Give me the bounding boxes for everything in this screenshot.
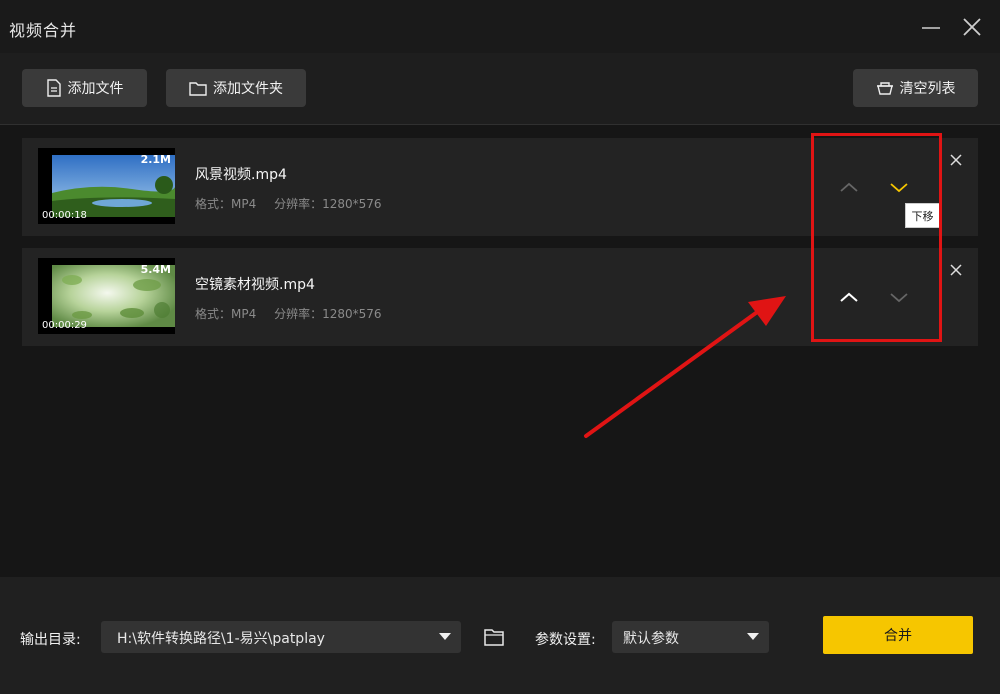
add-folder-label: 添加文件夹 — [213, 81, 283, 97]
move-up-button[interactable] — [837, 285, 861, 309]
add-file-label: 添加文件 — [67, 81, 124, 97]
caret-down-icon — [747, 633, 759, 640]
close-icon — [950, 264, 962, 276]
video-duration: 00:00:18 — [42, 210, 87, 221]
file-size: 2.1M — [140, 153, 171, 166]
file-name: 风景视频.mp4 — [195, 167, 287, 183]
param-label: 参数设置: — [535, 632, 596, 648]
caret-down-icon — [439, 633, 451, 640]
file-meta: 格式：MP4 分辨率：1280*576 — [195, 195, 396, 212]
file-meta: 格式：MP4 分辨率：1280*576 — [195, 305, 396, 322]
footer-bar: 输出目录: H:\软件转换路径\1-易兴\patplay 参数设置: 默认参数 … — [0, 577, 1000, 694]
chevron-down-icon — [890, 183, 908, 193]
basket-icon — [876, 82, 893, 95]
move-down-tooltip: 下移 — [905, 203, 940, 228]
move-up-button[interactable] — [837, 175, 861, 199]
video-duration: 00:00:29 — [42, 320, 87, 331]
add-folder-button[interactable]: 添加文件夹 — [166, 69, 306, 107]
title-bar: 视频合并 — [0, 0, 1000, 53]
folder-icon — [484, 629, 504, 646]
file-row[interactable]: 5.4M 00:00:29 空镜素材视频.mp4 格式：MP4 分辨率：1280… — [22, 248, 978, 346]
output-dir-label: 输出目录: — [20, 632, 81, 648]
close-window-button[interactable] — [958, 12, 988, 42]
close-icon — [950, 154, 962, 166]
file-resolution: 分辨率：1280*576 — [274, 307, 382, 321]
move-down-button[interactable] — [887, 285, 911, 309]
window-title: 视频合并 — [9, 21, 78, 40]
clear-list-button[interactable]: 清空列表 — [853, 69, 978, 107]
file-row[interactable]: 2.1M 00:00:18 风景视频.mp4 格式：MP4 分辨率：1280*5… — [22, 138, 978, 236]
param-value: 默认参数 — [623, 631, 679, 647]
file-size: 5.4M — [140, 263, 171, 276]
video-thumbnail: 2.1M 00:00:18 — [38, 148, 175, 224]
close-icon — [963, 18, 981, 36]
minimize-icon — [922, 27, 940, 29]
document-icon — [46, 79, 61, 97]
output-path-select[interactable]: H:\软件转换路径\1-易兴\patplay — [101, 621, 461, 653]
browse-folder-button[interactable] — [483, 626, 505, 648]
folder-icon — [189, 82, 207, 96]
move-down-button[interactable] — [887, 175, 911, 199]
video-thumbnail: 5.4M 00:00:29 — [38, 258, 175, 334]
file-format: 格式：MP4 — [195, 197, 257, 211]
file-format: 格式：MP4 — [195, 307, 257, 321]
remove-file-button[interactable] — [948, 152, 964, 168]
remove-file-button[interactable] — [948, 262, 964, 278]
merge-button[interactable]: 合并 — [823, 616, 973, 654]
chevron-up-icon — [840, 292, 858, 302]
file-name: 空镜素材视频.mp4 — [195, 277, 315, 293]
toolbar: 添加文件 添加文件夹 清空列表 — [0, 53, 1000, 125]
chevron-down-icon — [890, 293, 908, 303]
file-resolution: 分辨率：1280*576 — [274, 197, 382, 211]
output-path-value: H:\软件转换路径\1-易兴\patplay — [117, 631, 325, 647]
minimize-button[interactable] — [916, 12, 946, 42]
chevron-up-icon — [840, 182, 858, 192]
clear-list-label: 清空列表 — [899, 81, 956, 97]
add-file-button[interactable]: 添加文件 — [22, 69, 147, 107]
param-select[interactable]: 默认参数 — [612, 621, 769, 653]
file-list: 2.1M 00:00:18 风景视频.mp4 格式：MP4 分辨率：1280*5… — [0, 125, 1000, 577]
